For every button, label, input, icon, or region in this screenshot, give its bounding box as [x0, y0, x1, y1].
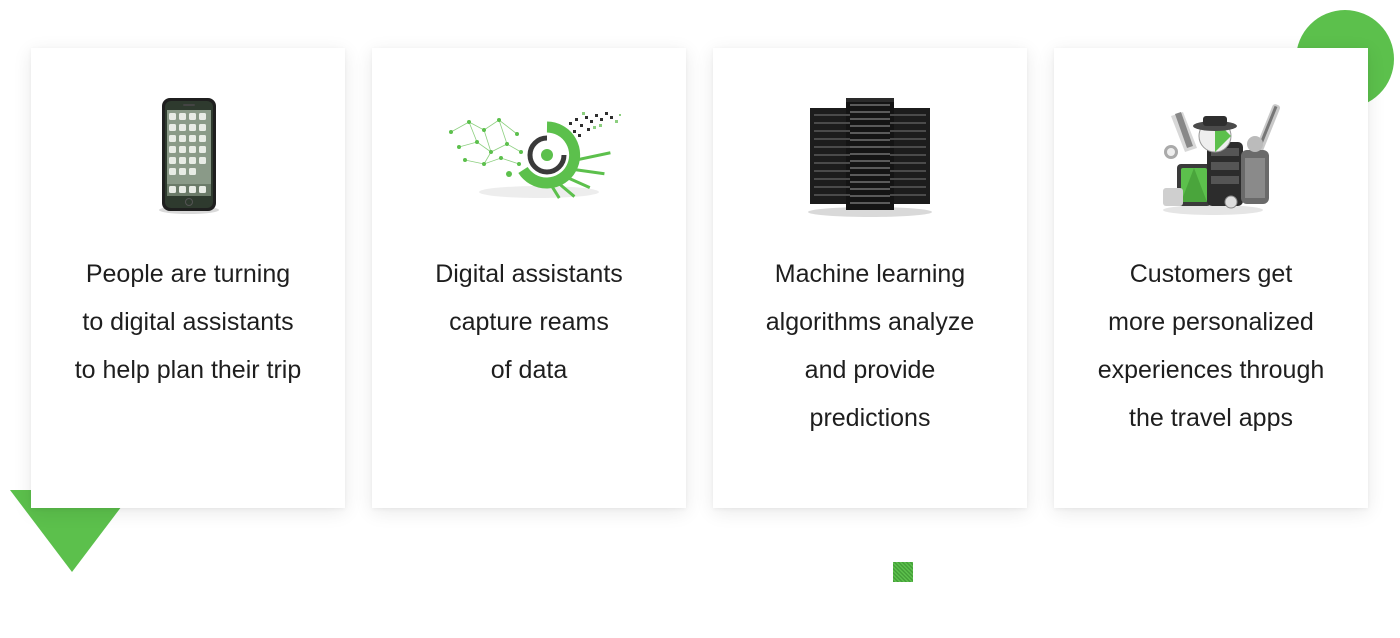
card-text-line: experiences through	[1097, 356, 1325, 384]
travel-luggage-illustration-icon	[1111, 92, 1311, 222]
data-visualization-illustration-icon	[429, 92, 629, 222]
card-text-line: algorithms analyze	[765, 308, 975, 336]
card-text-line: the travel apps	[1129, 404, 1293, 432]
card-text-line: Machine learning	[774, 260, 966, 288]
card-text-line: more personalized	[1108, 308, 1314, 336]
server-racks-illustration-icon	[770, 92, 970, 222]
card-text-line: and provide	[804, 356, 936, 384]
card-description: Digital assistants capture reams of data	[386, 250, 672, 394]
decorative-green-square	[893, 562, 913, 582]
card-text-line: of data	[490, 356, 568, 384]
card-text-line: predictions	[809, 404, 931, 432]
card-description: Customers get more personalized experien…	[1068, 250, 1354, 442]
card-description: People are turning to digital assistants…	[45, 250, 331, 394]
feature-card-personalized-experiences: Customers get more personalized experien…	[1054, 48, 1368, 508]
card-text-line: to help plan their trip	[74, 356, 302, 384]
card-text-line: to digital assistants	[82, 308, 294, 336]
card-text-line: Digital assistants	[435, 260, 623, 288]
card-text-line: Customers get	[1129, 260, 1293, 288]
card-text-line: People are turning	[85, 260, 291, 288]
card-text-line: capture reams	[449, 308, 609, 336]
feature-card-capture-data: Digital assistants capture reams of data	[372, 48, 686, 508]
smartphone-illustration-icon	[88, 92, 288, 222]
card-description: Machine learning algorithms analyze and …	[727, 250, 1013, 442]
feature-card-machine-learning: Machine learning algorithms analyze and …	[713, 48, 1027, 508]
feature-card-digital-assistants-trip: People are turning to digital assistants…	[31, 48, 345, 508]
